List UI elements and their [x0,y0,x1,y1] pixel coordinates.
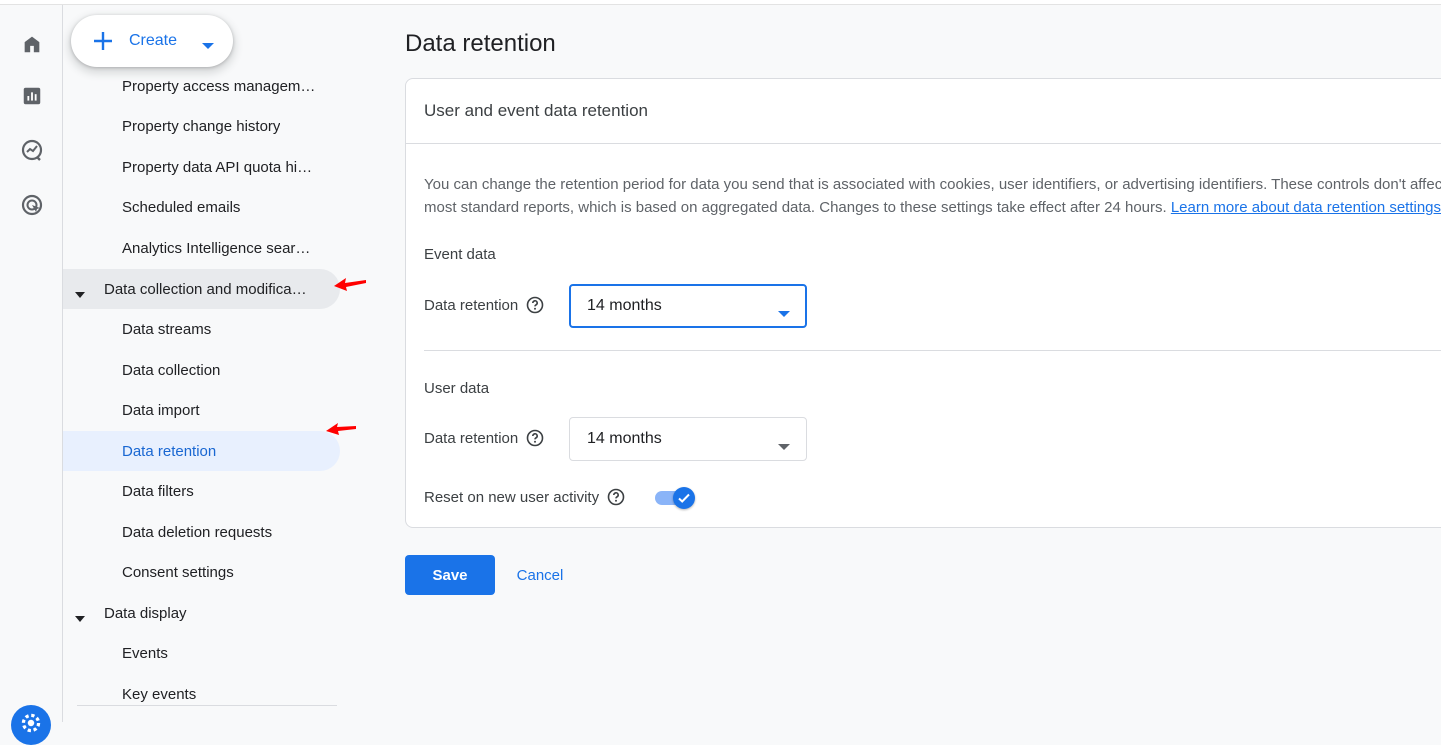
nav-item-label: Property change history [122,117,281,135]
nav-item-label: Data import [122,401,200,419]
dropdown-arrow-icon [778,304,790,322]
left-rail [0,5,63,745]
user-data-heading: User data [424,380,490,397]
user-retention-label-text: Data retention [424,429,519,447]
create-label: Create [129,32,178,49]
nav-group-label: Data collection and modifica… [104,280,307,298]
nav-divider [77,705,337,706]
nav-item-label: Data filters [122,482,194,500]
user-retention-select[interactable]: 14 months [569,417,807,461]
page-title: Data retention [405,30,556,57]
nav-item-property-change-history[interactable]: Property change history [63,106,340,146]
main-content: Data retention User and event data reten… [405,0,1441,722]
event-data-heading: Event data [424,246,496,263]
settings-gear-icon[interactable] [11,705,51,745]
plus-icon [91,29,115,58]
chevron-down-icon [201,37,215,55]
help-icon[interactable] [526,296,544,314]
nav-item-label: Property access managem… [122,77,316,95]
admin-nav-panel: Create Property access managem… Property… [63,5,353,722]
learn-more-link[interactable]: Learn more about data retention settings [1171,199,1441,216]
reset-label-text: Reset on new user activity [424,488,600,506]
explore-icon[interactable] [19,137,45,163]
nav-item-label: Data collection [122,361,221,379]
nav-item-label: Key events [122,685,197,703]
event-retention-label-text: Data retention [424,296,519,314]
nav-item-label: Data deletion requests [122,523,273,541]
nav-item-data-deletion-requests[interactable]: Data deletion requests [63,512,340,552]
nav-group-data-display[interactable]: Data display [63,593,340,633]
nav-item-property-access-management[interactable]: Property access managem… [63,66,340,106]
save-button[interactable]: Save [405,555,495,595]
annotation-arrow-icon [326,423,356,435]
nav-group-data-collection-modification[interactable]: Data collection and modifica… [63,269,340,309]
nav-item-data-filters[interactable]: Data filters [63,471,340,511]
reset-label: Reset on new user activity [424,488,625,506]
nav-item-label: Consent settings [122,563,234,581]
dropdown-arrow-icon [778,437,790,455]
reports-icon[interactable] [19,83,45,109]
event-retention-select[interactable]: 14 months [569,284,807,328]
description: You can change the retention period for … [424,173,1441,219]
event-retention-value: 14 months [587,297,662,314]
checkmark-icon [673,487,695,509]
help-icon[interactable] [607,488,625,506]
card-header: User and event data retention [406,79,1441,144]
user-retention-label: Data retention [424,429,544,447]
nav-item-analytics-intelligence[interactable]: Analytics Intelligence sear… [63,228,340,268]
nav-item-scheduled-emails[interactable]: Scheduled emails [63,187,340,227]
cancel-button[interactable]: Cancel [502,555,578,595]
nav-item-label: Analytics Intelligence sear… [122,239,311,257]
collapse-triangle-icon [75,609,85,626]
nav-item-consent-settings[interactable]: Consent settings [63,552,340,592]
card-title: User and event data retention [424,101,648,120]
user-retention-value: 14 months [587,430,662,447]
collapse-triangle-icon [75,285,85,302]
nav-item-label: Events [122,644,168,662]
nav-item-label: Property data API quota hi… [122,158,313,176]
nav-item-data-import[interactable]: Data import [63,390,340,430]
nav-item-label: Data retention [122,442,217,460]
create-button[interactable]: Create [71,15,233,67]
section-divider [424,350,1441,351]
retention-card: User and event data retention You can ch… [405,78,1441,528]
event-retention-label: Data retention [424,296,544,314]
nav-item-property-data-api-quota[interactable]: Property data API quota hi… [63,147,340,187]
advertising-icon[interactable] [19,192,45,218]
help-icon[interactable] [526,429,544,447]
reset-toggle[interactable] [655,487,697,511]
home-icon[interactable] [19,31,45,57]
nav-group-label: Data display [104,604,187,622]
annotation-arrow-icon [334,278,366,291]
nav-item-data-collection[interactable]: Data collection [63,350,340,390]
nav-item-events[interactable]: Events [63,633,340,673]
nav-item-data-retention[interactable]: Data retention [63,431,340,471]
nav-item-data-streams[interactable]: Data streams [63,309,340,349]
nav-item-label: Data streams [122,320,212,338]
nav-item-label: Scheduled emails [122,198,241,216]
nav-item-key-events[interactable]: Key events [63,674,340,714]
